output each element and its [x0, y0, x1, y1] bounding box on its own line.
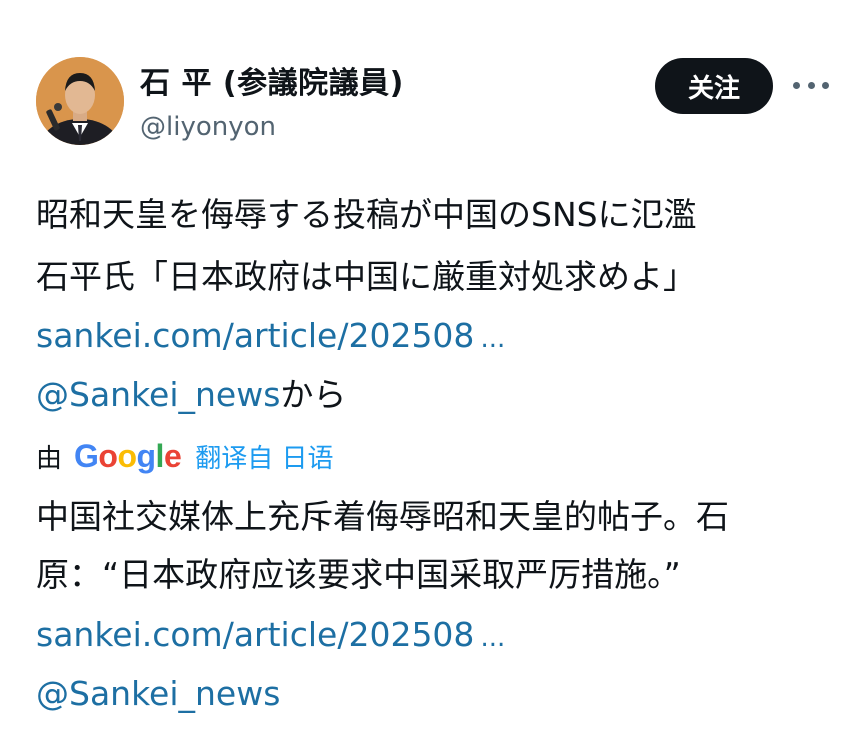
google-logo: Google [74, 437, 182, 474]
original-source-mention[interactable]: @Sankei_news [36, 375, 280, 414]
more-horizontal-icon[interactable] [793, 70, 829, 100]
author-handle[interactable]: @liyonyon [140, 112, 276, 142]
original-text-line-1: 昭和天皇を侮辱する投稿が中国のSNSに氾濫 [36, 195, 697, 234]
translated-source-mention[interactable]: @Sankei_news [36, 674, 280, 713]
original-source: @Sankei_newsから [36, 373, 346, 417]
post: 石 平 (参議院議員) @liyonyon 关注 昭和天皇を侮辱する投稿が中国の… [0, 0, 860, 751]
translated-link-ellipsis: ... [480, 623, 506, 653]
original-source-suffix: から [280, 375, 347, 414]
translation-source-language[interactable]: 翻译自 日语 [195, 438, 333, 475]
author-name[interactable]: 石 平 (参議院議員) [140, 58, 404, 102]
avatar[interactable] [36, 57, 124, 145]
original-link-ellipsis: ... [480, 324, 506, 354]
follow-button[interactable]: 关注 [655, 58, 773, 114]
original-link[interactable]: sankei.com/article/202508... [36, 314, 505, 361]
translated-link-text[interactable]: sankei.com/article/202508 [36, 615, 474, 654]
translated-link[interactable]: sankei.com/article/202508... [36, 613, 505, 660]
translation-attribution: 由 Google 翻译自 日语 [36, 436, 334, 476]
original-text-line-2: 石平氏「日本政府は中国に厳重対処求めよ」 [36, 257, 696, 296]
translation-prefix: 由 [36, 443, 63, 474]
translated-text-line-2: 原：“日本政府应该要求中国采取严厉措施。” [36, 555, 681, 594]
translated-text-line-1: 中国社交媒体上充斥着侮辱昭和天皇的帖子。石 [36, 497, 729, 536]
avatar-image [36, 57, 124, 145]
translated-source: @Sankei_news [36, 672, 280, 716]
original-link-text[interactable]: sankei.com/article/202508 [36, 316, 474, 355]
